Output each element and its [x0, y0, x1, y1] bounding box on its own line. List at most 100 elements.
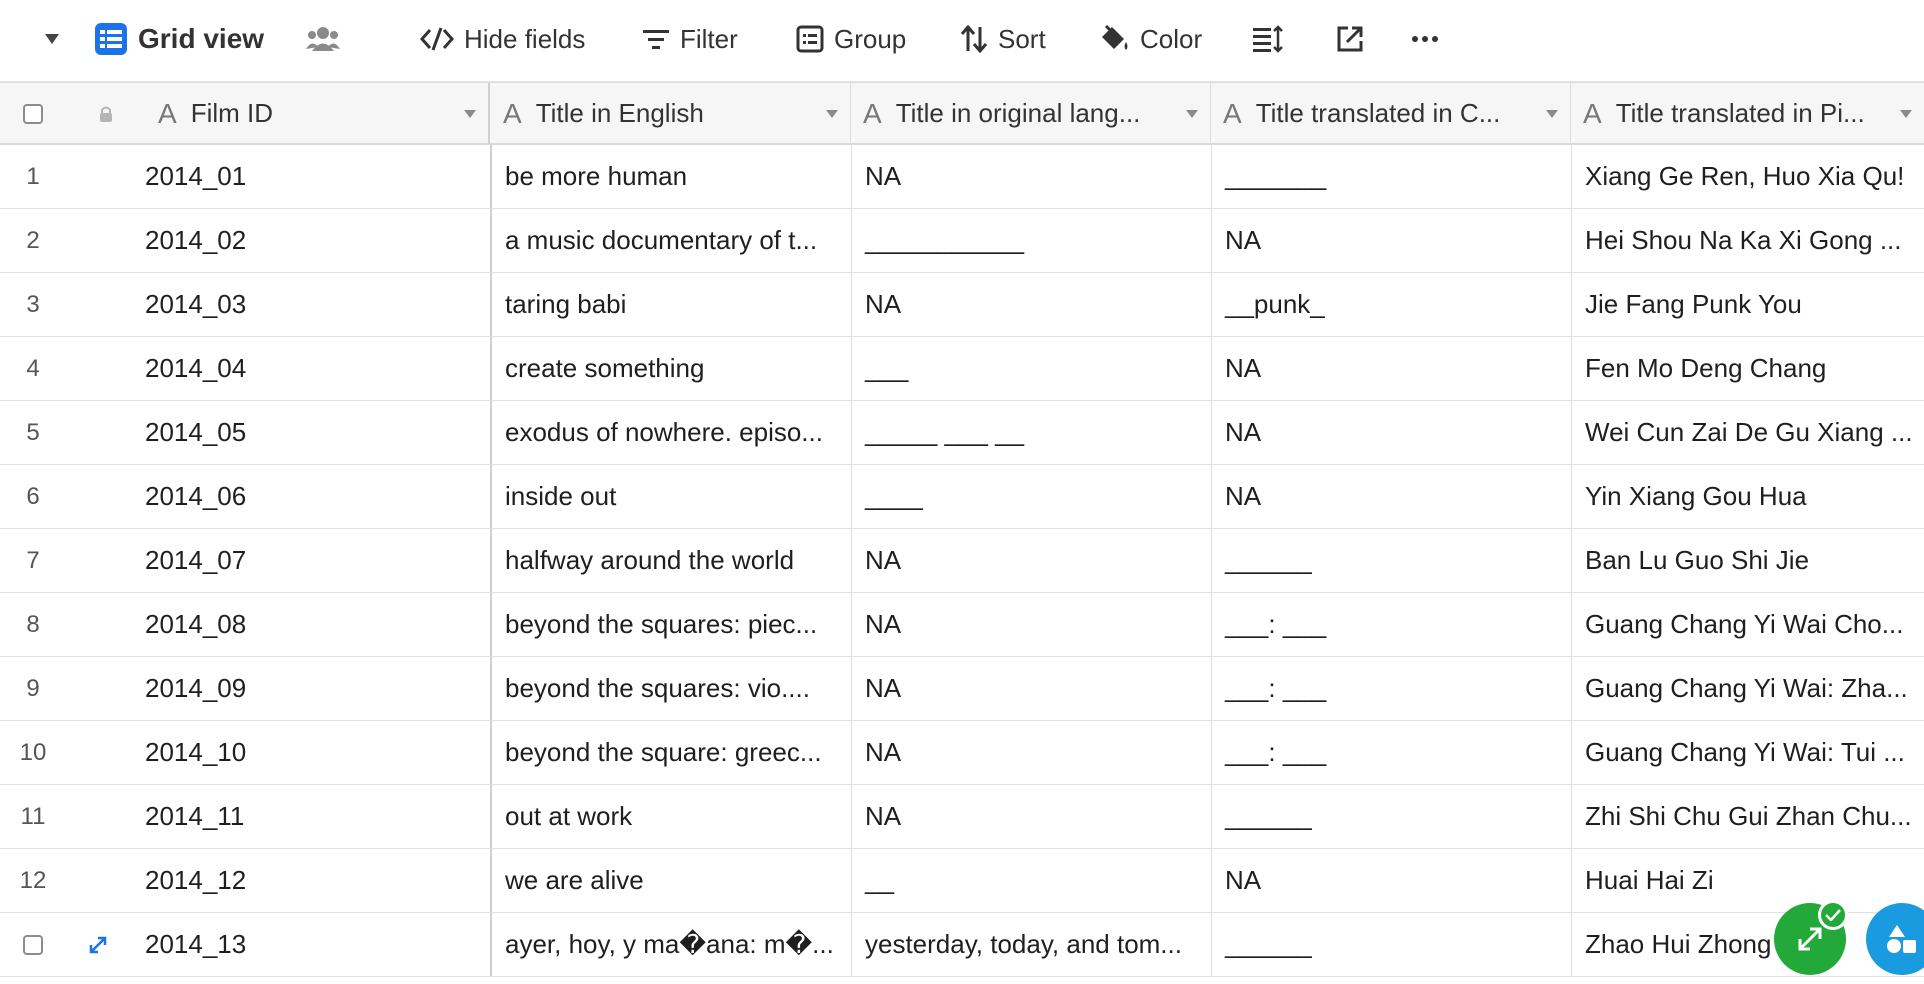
- cell-title-english[interactable]: we are alive: [490, 849, 850, 912]
- cell-title-chinese[interactable]: ___: ___: [1211, 657, 1571, 720]
- color-button[interactable]: Color: [1098, 16, 1202, 62]
- cell-film-id[interactable]: 2014_01: [145, 145, 490, 208]
- chevron-down-icon[interactable]: [1546, 110, 1558, 118]
- cell-title-chinese[interactable]: ___: ___: [1211, 593, 1571, 656]
- cell-film-id[interactable]: 2014_05: [145, 401, 490, 464]
- share-view-button[interactable]: [1336, 16, 1364, 62]
- cell-title-original[interactable]: NA: [851, 273, 1211, 336]
- row-checkbox[interactable]: [23, 934, 43, 955]
- cell-title-pinyin[interactable]: Guang Chang Yi Wai Cho...: [1571, 593, 1924, 656]
- cell-title-english[interactable]: a music documentary of t...: [490, 209, 850, 272]
- cell-title-chinese[interactable]: NA: [1211, 465, 1571, 528]
- cell-title-pinyin[interactable]: Huai Hai Zi: [1571, 849, 1924, 912]
- cell-title-pinyin[interactable]: Ban Lu Guo Shi Jie: [1571, 529, 1924, 592]
- cell-film-id[interactable]: 2014_06: [145, 465, 490, 528]
- cell-title-chinese[interactable]: NA: [1211, 209, 1571, 272]
- hide-fields-button[interactable]: Hide fields: [420, 16, 585, 62]
- cell-title-original[interactable]: NA: [851, 593, 1211, 656]
- table-row[interactable]: 6 2014_06 inside out ____ NA Yin Xiang Gou Hu…: [0, 465, 1924, 529]
- view-menu-toggle[interactable]: [44, 16, 60, 62]
- cell-title-english[interactable]: beyond the square: greec...: [490, 721, 850, 784]
- cell-title-chinese[interactable]: NA: [1211, 849, 1571, 912]
- cell-title-original[interactable]: ___________: [851, 209, 1211, 272]
- cell-film-id[interactable]: 2014_07: [145, 529, 490, 592]
- column-header-title-chinese[interactable]: A Title translated in C...: [1211, 83, 1571, 144]
- cell-title-chinese[interactable]: NA: [1211, 337, 1571, 400]
- cell-title-chinese[interactable]: ______: [1211, 785, 1571, 848]
- cell-title-original[interactable]: _____ ___ __: [851, 401, 1211, 464]
- cell-title-chinese[interactable]: NA: [1211, 401, 1571, 464]
- table-row[interactable]: 11 2014_11 out at work NA ______ Zhi Shi Chu …: [0, 785, 1924, 849]
- cell-title-chinese[interactable]: ______: [1211, 913, 1571, 976]
- cell-title-pinyin[interactable]: Wei Cun Zai De Gu Xiang ...: [1571, 401, 1924, 464]
- expand-record-button[interactable]: [88, 913, 118, 976]
- cell-title-original[interactable]: NA: [851, 145, 1211, 208]
- cell-film-id[interactable]: 2014_13: [145, 913, 490, 976]
- cell-title-english[interactable]: taring babi: [490, 273, 850, 336]
- filter-button[interactable]: Filter: [642, 16, 738, 62]
- cell-title-pinyin[interactable]: Xiang Ge Ren, Huo Xia Qu!: [1571, 145, 1924, 208]
- more-options-button[interactable]: [1412, 16, 1438, 62]
- cell-film-id[interactable]: 2014_03: [145, 273, 490, 336]
- cell-film-id[interactable]: 2014_04: [145, 337, 490, 400]
- cell-title-original[interactable]: NA: [851, 529, 1211, 592]
- cell-title-english[interactable]: beyond the squares: vio....: [490, 657, 850, 720]
- sort-button[interactable]: Sort: [960, 16, 1046, 62]
- chevron-down-icon[interactable]: [1900, 110, 1912, 118]
- cell-title-pinyin[interactable]: Jie Fang Punk You: [1571, 273, 1924, 336]
- cell-title-pinyin[interactable]: Yin Xiang Gou Hua: [1571, 465, 1924, 528]
- cell-title-original[interactable]: NA: [851, 785, 1211, 848]
- column-header-title-pinyin[interactable]: A Title translated in Pi...: [1571, 83, 1924, 144]
- cell-title-english[interactable]: ayer, hoy, y ma�ana: m�...: [490, 913, 850, 976]
- table-row[interactable]: 4 2014_04 create something ___ NA Fen Mo Deng…: [0, 337, 1924, 401]
- cell-title-chinese[interactable]: __punk_: [1211, 273, 1571, 336]
- cell-title-pinyin[interactable]: Guang Chang Yi Wai: Zha...: [1571, 657, 1924, 720]
- cell-title-english[interactable]: exodus of nowhere. episo...: [490, 401, 850, 464]
- table-row[interactable]: 8 2014_08 beyond the squares: piec... NA ___…: [0, 593, 1924, 657]
- chevron-down-icon[interactable]: [826, 110, 838, 118]
- cell-title-english[interactable]: inside out: [490, 465, 850, 528]
- cell-title-english[interactable]: out at work: [490, 785, 850, 848]
- cell-title-original[interactable]: NA: [851, 657, 1211, 720]
- cell-title-english[interactable]: be more human: [490, 145, 850, 208]
- column-header-title-english[interactable]: A Title in English: [491, 83, 851, 144]
- row-select-checkbox-cell[interactable]: [0, 913, 66, 976]
- cell-film-id[interactable]: 2014_08: [145, 593, 490, 656]
- select-all-checkbox-cell[interactable]: [0, 83, 66, 144]
- table-row[interactable]: 3 2014_03 taring babi NA __punk_ Jie Fang Pun…: [0, 273, 1924, 337]
- cell-title-english[interactable]: halfway around the world: [490, 529, 850, 592]
- cell-film-id[interactable]: 2014_09: [145, 657, 490, 720]
- grid-view-selector[interactable]: Grid view: [94, 16, 264, 62]
- cell-title-original[interactable]: yesterday, today, and tom...: [851, 913, 1211, 976]
- table-row[interactable]: 7 2014_07 halfway around the world NA ______…: [0, 529, 1924, 593]
- collaborators-button[interactable]: [306, 16, 340, 62]
- row-height-button[interactable]: [1252, 16, 1284, 62]
- cell-film-id[interactable]: 2014_02: [145, 209, 490, 272]
- group-button[interactable]: Group: [796, 16, 906, 62]
- cell-title-original[interactable]: __: [851, 849, 1211, 912]
- cell-title-original[interactable]: ___: [851, 337, 1211, 400]
- table-row[interactable]: 2014_13 ayer, hoy, y ma�ana: m�... yesterd…: [0, 913, 1924, 977]
- cell-film-id[interactable]: 2014_11: [145, 785, 490, 848]
- table-row[interactable]: 9 2014_09 beyond the squares: vio.... NA ___…: [0, 657, 1924, 721]
- column-header-film-id[interactable]: A Film ID: [146, 83, 490, 144]
- table-row[interactable]: 2 2014_02 a music documentary of t... _____…: [0, 209, 1924, 273]
- table-row[interactable]: 12 2014_12 we are alive __ NA Huai Hai Zi: [0, 849, 1924, 913]
- select-all-checkbox[interactable]: [23, 103, 43, 124]
- column-header-title-original[interactable]: A Title in original lang...: [851, 83, 1211, 144]
- cell-film-id[interactable]: 2014_12: [145, 849, 490, 912]
- table-row[interactable]: 5 2014_05 exodus of nowhere. episo... _____…: [0, 401, 1924, 465]
- cell-title-pinyin[interactable]: Hei Shou Na Ka Xi Gong ...: [1571, 209, 1924, 272]
- cell-title-pinyin[interactable]: Zhi Shi Chu Gui Zhan Chu...: [1571, 785, 1924, 848]
- cell-title-original[interactable]: ____: [851, 465, 1211, 528]
- chevron-down-icon[interactable]: [1186, 110, 1198, 118]
- cell-title-english[interactable]: create something: [490, 337, 850, 400]
- cell-title-english[interactable]: beyond the squares: piec...: [490, 593, 850, 656]
- cell-title-chinese[interactable]: ______: [1211, 529, 1571, 592]
- chevron-down-icon[interactable]: [464, 110, 476, 118]
- table-row[interactable]: 10 2014_10 beyond the square: greec... NA __…: [0, 721, 1924, 785]
- cell-title-chinese[interactable]: _______: [1211, 145, 1571, 208]
- cell-title-pinyin[interactable]: Fen Mo Deng Chang: [1571, 337, 1924, 400]
- cell-title-chinese[interactable]: ___: ___: [1211, 721, 1571, 784]
- cell-film-id[interactable]: 2014_10: [145, 721, 490, 784]
